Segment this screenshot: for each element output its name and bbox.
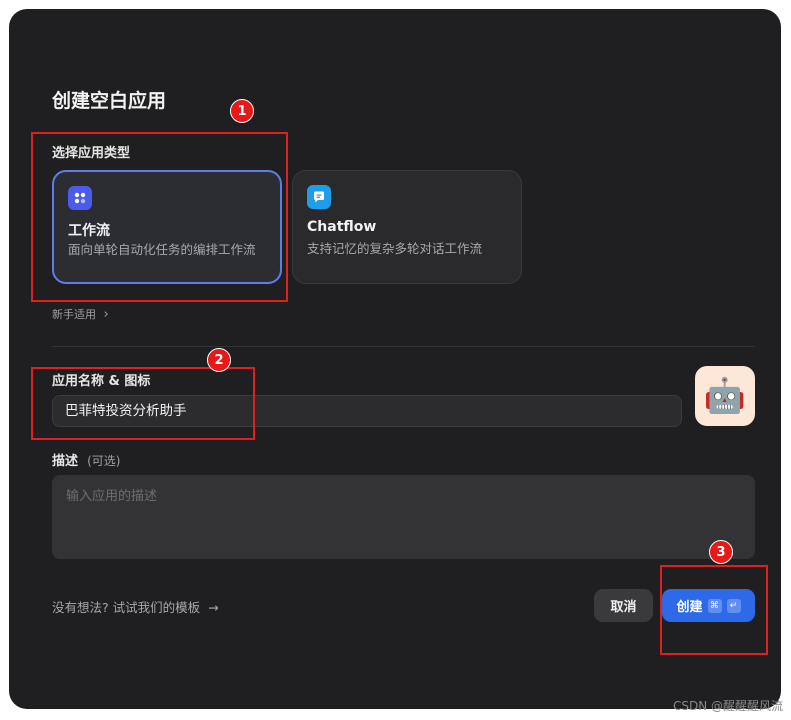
watermark: CSDN @醒醒醒风流 [672,699,783,713]
description-textarea[interactable]: 输入应用的描述 [52,475,755,559]
app-type-card-chatflow[interactable]: Chatflow 支持记忆的复杂多轮对话工作流 [292,170,522,284]
description-label: 描述 [52,454,79,469]
template-link[interactable]: 没有想法? 试试我们的模板 → [52,597,219,616]
annotation-badge-1: 1 [230,99,254,123]
dialog-title: 创建空白应用 [52,90,167,112]
annotation-box-1 [31,132,288,302]
newbie-link-label: 新手适用 [52,308,96,321]
card-description: 支持记忆的复杂多轮对话工作流 [307,241,483,256]
annotation-badge-2: 2 [207,348,231,372]
annotation-box-3 [660,565,768,655]
description-label-row: 描述 (可选) [52,450,120,469]
app-icon-picker[interactable]: 🤖 [695,366,755,426]
annotation-badge-3: 3 [709,540,733,564]
chevron-right-icon: › [103,307,109,322]
template-link-label: 没有想法? 试试我们的模板 [52,600,201,615]
newbie-link[interactable]: 新手适用 › [52,306,109,322]
annotation-box-2 [31,367,255,440]
arrow-right-icon: → [208,600,219,615]
optional-hint: (可选) [87,454,121,468]
divider [52,346,755,347]
cancel-button[interactable]: 取消 [594,589,653,622]
card-title: Chatflow [307,219,377,235]
robot-icon: 🤖 [703,376,747,416]
chat-icon [307,185,331,209]
